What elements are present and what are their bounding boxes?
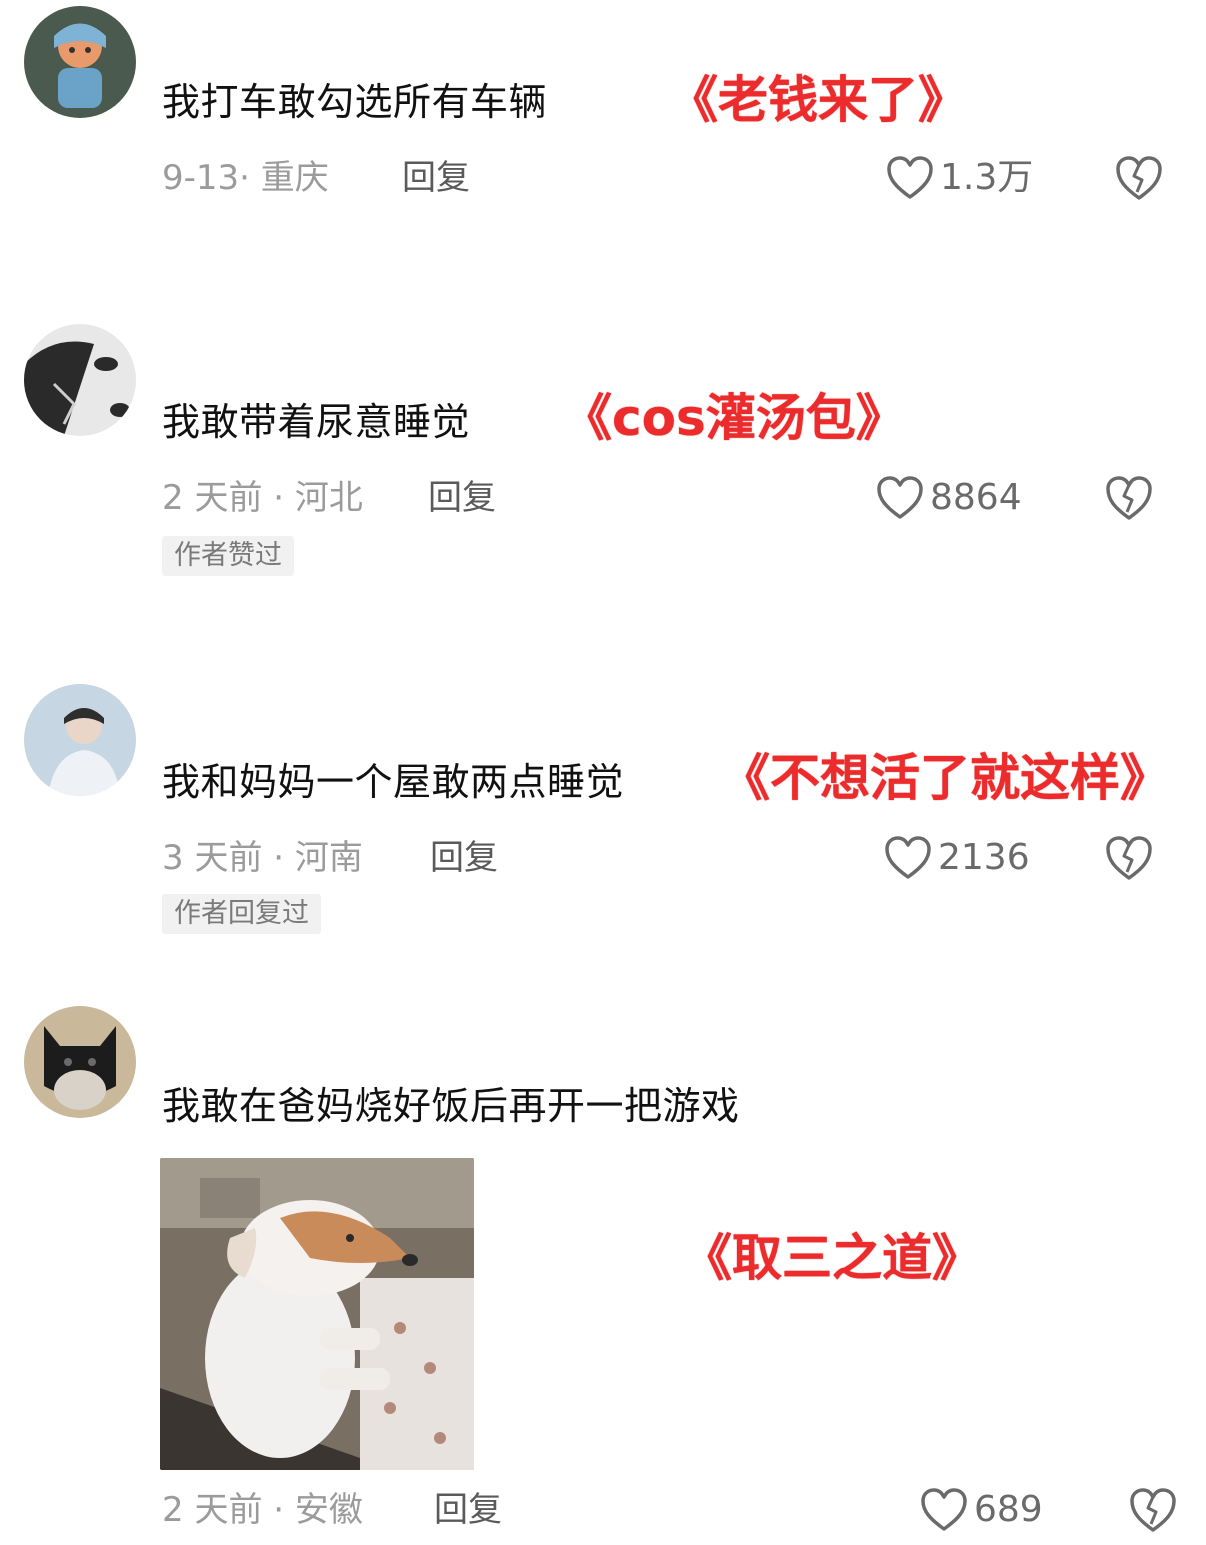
broken-heart-icon (1130, 1488, 1176, 1532)
broken-heart-icon (1106, 476, 1152, 520)
dislike-button[interactable] (1104, 474, 1154, 522)
comment-item: 我和妈妈一个屋敢两点睡觉 《不想活了就这样》 3 天前 · 河南 回复 2136… (0, 660, 1206, 980)
comment-date-location: 2 天前 · 安徽 (162, 1490, 363, 1530)
reply-button[interactable]: 回复 (430, 836, 498, 880)
dislike-button[interactable] (1114, 154, 1164, 202)
reply-button[interactable]: 回复 (402, 156, 470, 200)
comment-text: 我打车敢勾选所有车辆 (162, 80, 548, 124)
broken-heart-icon (1116, 156, 1162, 200)
comment-text: 我敢带着尿意睡觉 (162, 400, 471, 444)
heart-outline-icon (885, 836, 931, 879)
like-button[interactable]: 689 (920, 1486, 1043, 1534)
annotation-caption: 《取三之道》 (682, 1229, 982, 1287)
heart-outline-icon (887, 156, 933, 199)
avatar[interactable] (24, 6, 136, 118)
comment-text: 我敢在爸妈烧好饭后再开一把游戏 (162, 1084, 740, 1128)
like-count: 689 (974, 1489, 1043, 1530)
author-replied-badge: 作者回复过 (162, 894, 321, 934)
avatar[interactable] (24, 1006, 136, 1118)
reply-button[interactable]: 回复 (428, 476, 496, 520)
like-count: 8864 (930, 477, 1022, 518)
heart-outline-icon (877, 476, 923, 519)
comment-date-location: 9-13· 重庆 (162, 158, 329, 198)
comment-item: 我敢在爸妈烧好饭后再开一把游戏 《取三之道》 2 天前 · 安徽 回复 689 (0, 1000, 1206, 1545)
comment-date-location: 3 天前 · 河南 (162, 838, 363, 878)
avatar[interactable] (24, 684, 136, 796)
comment-text: 我和妈妈一个屋敢两点睡觉 (162, 760, 625, 804)
like-count: 1.3万 (940, 157, 1034, 198)
avatar[interactable] (24, 324, 136, 436)
annotation-caption: 《老钱来了》 (668, 71, 968, 129)
author-liked-badge: 作者赞过 (162, 536, 294, 576)
annotation-caption: 《不想活了就这样》 (720, 749, 1170, 807)
avatar-image (24, 6, 136, 118)
comment-item: 我敢带着尿意睡觉 《cos灌汤包》 2 天前 · 河北 回复 8864 作者赞过 (0, 300, 1206, 640)
like-button[interactable]: 2136 (884, 834, 1030, 882)
dislike-button[interactable] (1104, 834, 1154, 882)
dog-photo (160, 1158, 474, 1470)
comment-item: 我打车敢勾选所有车辆 《老钱来了》 9-13· 重庆 回复 1.3万 (0, 0, 1206, 300)
like-button[interactable]: 1.3万 (886, 154, 1033, 202)
avatar-image (24, 1006, 136, 1118)
dislike-button[interactable] (1128, 1486, 1178, 1534)
like-count: 2136 (938, 837, 1030, 878)
comment-date-location: 2 天前 · 河北 (162, 478, 363, 518)
avatar-image (24, 324, 136, 436)
reply-button[interactable]: 回复 (434, 1488, 502, 1532)
annotation-caption: 《cos灌汤包》 (562, 389, 906, 447)
comment-image-dog[interactable] (160, 1158, 474, 1470)
broken-heart-icon (1106, 836, 1152, 880)
avatar-image (24, 684, 136, 796)
like-button[interactable]: 8864 (876, 474, 1022, 522)
heart-outline-icon (921, 1488, 967, 1531)
